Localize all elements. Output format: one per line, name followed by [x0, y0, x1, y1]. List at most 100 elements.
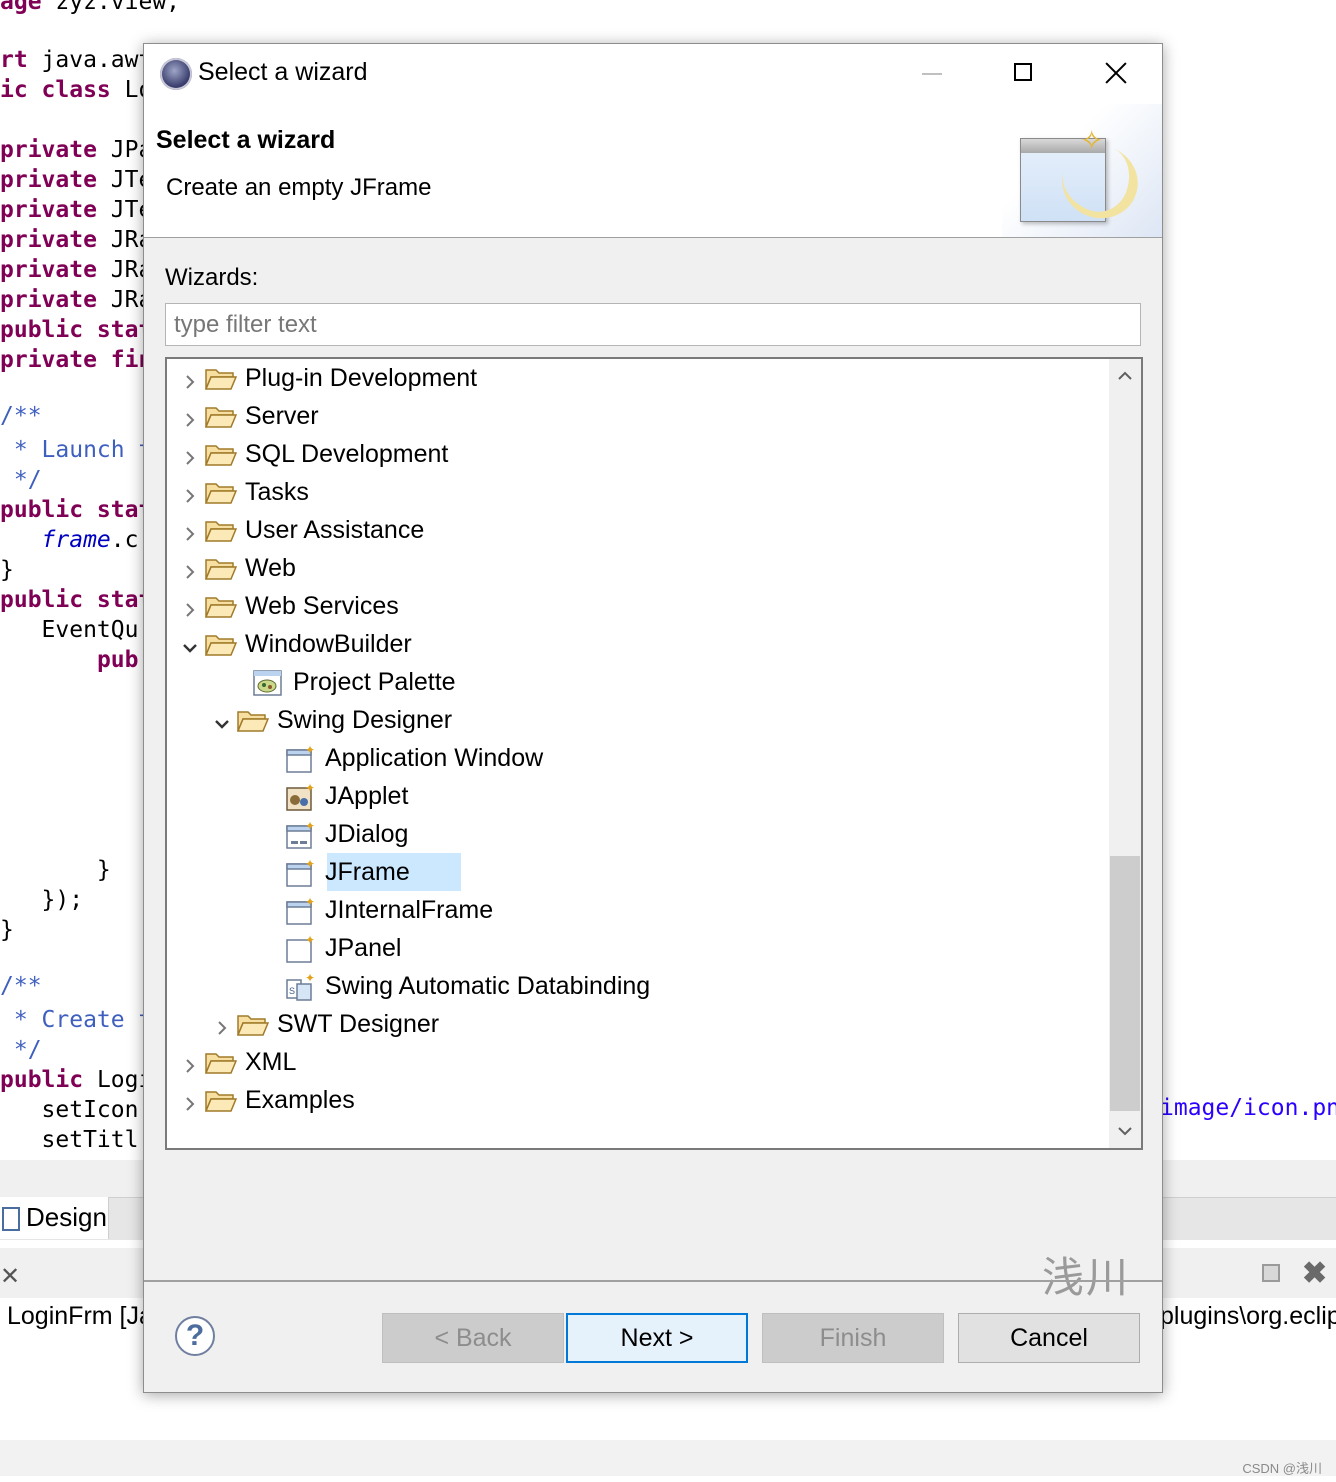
- code-line: * Launch t: [0, 437, 153, 463]
- tree-item-label: Application Window: [325, 744, 544, 772]
- scroll-thumb[interactable]: [1110, 856, 1140, 1111]
- chevron-right-icon[interactable]: [181, 1091, 199, 1111]
- tree-item[interactable]: ✦ JInternalFrame: [167, 893, 1107, 929]
- folder-icon: [204, 595, 238, 619]
- code-line: });: [0, 887, 84, 913]
- wizards-label: Wizards:: [165, 264, 259, 291]
- folder-icon: [204, 519, 238, 543]
- console-path-fragment: plugins\org.eclip: [1160, 1302, 1336, 1330]
- maximize-button[interactable]: [978, 44, 1070, 102]
- dialog-titlebar[interactable]: Select a wizard: [144, 44, 1162, 104]
- code-line: public Logi: [0, 1067, 153, 1093]
- eclipse-app-icon: [160, 58, 192, 90]
- close-button[interactable]: [1070, 44, 1162, 102]
- filter-input[interactable]: [165, 303, 1141, 346]
- chevron-right-icon[interactable]: [181, 559, 199, 579]
- chevron-right-icon[interactable]: [181, 445, 199, 465]
- tree-item[interactable]: XML: [167, 1045, 1107, 1081]
- tree-item-label: XML: [245, 1048, 297, 1076]
- chevron-down-icon[interactable]: [213, 711, 231, 729]
- help-icon[interactable]: ?: [175, 1316, 215, 1356]
- tree-item-label: Server: [245, 402, 319, 430]
- tree-item[interactable]: User Assistance: [167, 513, 1107, 549]
- next-button[interactable]: Next >: [566, 1313, 748, 1363]
- chevron-down-icon[interactable]: [181, 635, 199, 653]
- tree-item[interactable]: ✦ Application Window: [167, 741, 1107, 777]
- tree-item[interactable]: ✦ JDialog: [167, 817, 1107, 853]
- tree-item[interactable]: Web Services: [167, 589, 1107, 625]
- chevron-right-icon[interactable]: [181, 597, 199, 617]
- code-line: */: [0, 1037, 42, 1063]
- tree-item[interactable]: ✦ JApplet: [167, 779, 1107, 815]
- svg-text:✦: ✦: [305, 858, 315, 871]
- code-line: frame.c: [41, 527, 139, 553]
- tree-item[interactable]: ✦ JPanel: [167, 931, 1107, 967]
- code-line: private JRa: [0, 257, 153, 283]
- tree-item[interactable]: S ✦ Swing Automatic Databinding: [167, 969, 1107, 1005]
- banner-title: Select a wizard: [156, 126, 336, 154]
- tree-item-label: JInternalFrame: [325, 896, 494, 924]
- tree-item-label: WindowBuilder: [245, 630, 412, 658]
- status-strip: [0, 1440, 1336, 1476]
- tree-item[interactable]: ✦ JFrame: [167, 853, 1107, 891]
- design-tab-label: Design: [26, 1202, 107, 1232]
- tree-item[interactable]: Swing Designer: [167, 703, 1107, 739]
- tree-item-label: Plug-in Development: [245, 364, 478, 392]
- close-view-icon[interactable]: ✖: [1302, 1256, 1327, 1291]
- tree-item[interactable]: Tasks: [167, 475, 1107, 511]
- tree-item[interactable]: SWT Designer: [167, 1007, 1107, 1043]
- code-line: private JPa: [0, 137, 153, 163]
- window-icon: ✦: [285, 743, 315, 774]
- wizard-tree[interactable]: Plug-in Development Server SQL Development…: [165, 357, 1143, 1150]
- tree-item[interactable]: Examples: [167, 1083, 1107, 1119]
- console-label: LoginFrm [Ja: [7, 1302, 153, 1330]
- folder-icon: [204, 405, 238, 429]
- dialog-title: Select a wizard: [198, 58, 368, 86]
- code-line: private JRa: [0, 227, 153, 253]
- code-line: EventQu: [0, 617, 139, 643]
- folder-icon: [204, 633, 238, 657]
- design-tab[interactable]: Design: [0, 1197, 109, 1239]
- tree-item-label: JPanel: [325, 934, 402, 962]
- tree-item[interactable]: SQL Development: [167, 437, 1107, 473]
- finish-button[interactable]: Finish: [762, 1313, 944, 1363]
- tree-item[interactable]: Plug-in Development: [167, 361, 1107, 397]
- scroll-up-arrow-icon[interactable]: [1109, 359, 1141, 393]
- chevron-right-icon[interactable]: [213, 1015, 231, 1035]
- svg-text:✦: ✦: [305, 744, 315, 757]
- code-line: pub: [96, 647, 139, 673]
- chevron-right-icon[interactable]: [181, 407, 199, 427]
- tree-scrollbar[interactable]: [1109, 359, 1141, 1148]
- svg-text:S: S: [289, 986, 295, 996]
- chevron-right-icon[interactable]: [181, 483, 199, 503]
- chevron-right-icon[interactable]: [181, 1053, 199, 1073]
- tree-item-label: Tasks: [245, 478, 309, 506]
- panel-icon: ✦: [285, 933, 315, 964]
- code-line: rt java.awt: [0, 47, 153, 73]
- tree-item-label: JDialog: [325, 820, 409, 848]
- scroll-down-arrow-icon[interactable]: [1109, 1114, 1141, 1148]
- chevron-right-icon[interactable]: [181, 521, 199, 541]
- folder-icon: [204, 557, 238, 581]
- tree-item[interactable]: Web: [167, 551, 1107, 587]
- code-line: private JTe: [0, 167, 153, 193]
- code-line: private JRa: [0, 287, 153, 313]
- applet-icon: ✦: [285, 781, 315, 812]
- tree-item[interactable]: WindowBuilder: [167, 627, 1107, 663]
- minimize-view-icon[interactable]: [1262, 1264, 1280, 1282]
- tree-item[interactable]: Project Palette: [167, 665, 1107, 701]
- tree-item[interactable]: Server: [167, 399, 1107, 435]
- console-close-icon[interactable]: ✕: [0, 1262, 20, 1291]
- chevron-right-icon[interactable]: [181, 369, 199, 389]
- new-wizard-banner-icon: ✧: [1002, 104, 1162, 237]
- minimize-button[interactable]: [886, 44, 978, 102]
- svg-text:✦: ✦: [305, 820, 315, 833]
- code-line: */: [0, 467, 42, 493]
- folder-icon: [204, 481, 238, 505]
- code-line: setIcon: [0, 1097, 139, 1123]
- folder-icon: [204, 1051, 238, 1075]
- back-button[interactable]: < Back: [382, 1313, 564, 1363]
- select-wizard-dialog: Select a wizard Select a wizard Create a…: [143, 43, 1163, 1393]
- code-line: }: [0, 917, 14, 943]
- cancel-button[interactable]: Cancel: [958, 1313, 1140, 1363]
